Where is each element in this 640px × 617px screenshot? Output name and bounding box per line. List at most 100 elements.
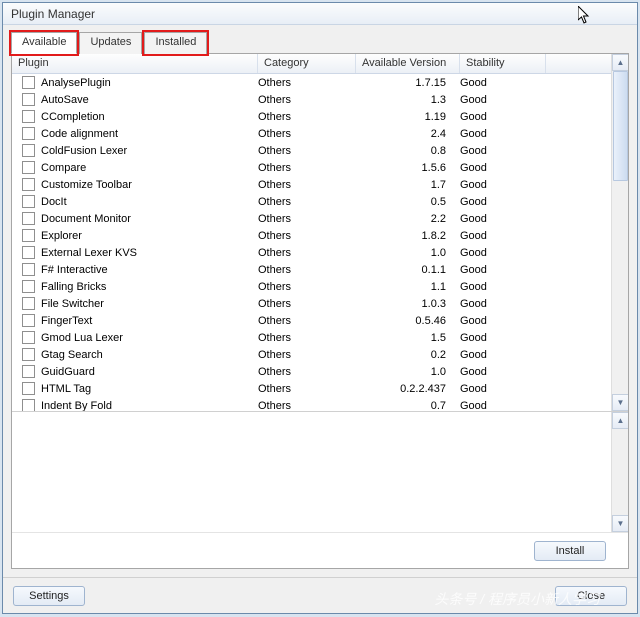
- detail-scroll-down[interactable]: ▼: [612, 515, 629, 532]
- cell-category: Others: [258, 315, 356, 327]
- cell-category: Others: [258, 349, 356, 361]
- table-row[interactable]: Code alignmentOthers2.4Good: [12, 125, 628, 142]
- row-checkbox[interactable]: [22, 144, 35, 157]
- table-row[interactable]: External Lexer KVSOthers1.0Good: [12, 244, 628, 261]
- table-row[interactable]: GuidGuardOthers1.0Good: [12, 363, 628, 380]
- tab-installed[interactable]: Installed: [144, 32, 207, 54]
- table-row[interactable]: File SwitcherOthers1.0.3Good: [12, 295, 628, 312]
- cell-version: 1.7: [356, 179, 460, 191]
- cell-stability: Good: [460, 383, 546, 395]
- tab-updates[interactable]: Updates: [79, 32, 142, 54]
- scroll-up-button[interactable]: ▲: [612, 54, 628, 71]
- cell-stability: Good: [460, 111, 546, 123]
- cell-stability: Good: [460, 264, 546, 276]
- row-checkbox[interactable]: [22, 280, 35, 293]
- table-row[interactable]: F# InteractiveOthers0.1.1Good: [12, 261, 628, 278]
- cell-version: 1.0: [356, 366, 460, 378]
- cell-version: 1.3: [356, 94, 460, 106]
- row-checkbox[interactable]: [22, 348, 35, 361]
- cell-plugin: Falling Bricks: [41, 281, 258, 293]
- cell-version: 0.8: [356, 145, 460, 157]
- cell-version: 0.1.1: [356, 264, 460, 276]
- tab-panel: Plugin Category Available Version Stabil…: [11, 53, 629, 569]
- cell-stability: Good: [460, 179, 546, 191]
- cell-category: Others: [258, 281, 356, 293]
- cell-stability: Good: [460, 332, 546, 344]
- cell-category: Others: [258, 383, 356, 395]
- scroll-down-button[interactable]: ▼: [612, 394, 628, 411]
- window-title: Plugin Manager: [3, 3, 637, 25]
- settings-button[interactable]: Settings: [13, 586, 85, 606]
- cell-version: 1.5: [356, 332, 460, 344]
- cell-plugin: Customize Toolbar: [41, 179, 258, 191]
- table-row[interactable]: Customize ToolbarOthers1.7Good: [12, 176, 628, 193]
- cell-category: Others: [258, 247, 356, 259]
- cell-version: 0.5: [356, 196, 460, 208]
- row-checkbox[interactable]: [22, 246, 35, 259]
- row-checkbox[interactable]: [22, 382, 35, 395]
- cell-version: 1.0.3: [356, 298, 460, 310]
- table-row[interactable]: Gmod Lua LexerOthers1.5Good: [12, 329, 628, 346]
- cell-stability: Good: [460, 213, 546, 225]
- install-button[interactable]: Install: [534, 541, 606, 561]
- row-checkbox[interactable]: [22, 263, 35, 276]
- row-checkbox[interactable]: [22, 178, 35, 191]
- cell-plugin: Indent By Fold: [41, 400, 258, 412]
- row-checkbox[interactable]: [22, 212, 35, 225]
- cell-plugin: DocIt: [41, 196, 258, 208]
- row-checkbox[interactable]: [22, 229, 35, 242]
- cell-version: 2.4: [356, 128, 460, 140]
- cell-stability: Good: [460, 230, 546, 242]
- row-checkbox[interactable]: [22, 127, 35, 140]
- cell-category: Others: [258, 145, 356, 157]
- table-row[interactable]: Gtag SearchOthers0.2Good: [12, 346, 628, 363]
- col-version[interactable]: Available Version: [356, 54, 460, 73]
- close-button[interactable]: Close: [555, 586, 627, 606]
- col-plugin[interactable]: Plugin: [12, 54, 258, 73]
- row-checkbox[interactable]: [22, 93, 35, 106]
- cell-stability: Good: [460, 128, 546, 140]
- cell-version: 1.0: [356, 247, 460, 259]
- cell-stability: Good: [460, 247, 546, 259]
- row-checkbox[interactable]: [22, 297, 35, 310]
- cell-stability: Good: [460, 162, 546, 174]
- row-checkbox[interactable]: [22, 365, 35, 378]
- row-checkbox[interactable]: [22, 110, 35, 123]
- table-row[interactable]: CompareOthers1.5.6Good: [12, 159, 628, 176]
- table-row[interactable]: CCompletionOthers1.19Good: [12, 108, 628, 125]
- cell-plugin: Explorer: [41, 230, 258, 242]
- cell-plugin: CCompletion: [41, 111, 258, 123]
- row-checkbox[interactable]: [22, 161, 35, 174]
- cell-version: 1.19: [356, 111, 460, 123]
- table-row[interactable]: AnalysePluginOthers1.7.15Good: [12, 74, 628, 91]
- cell-stability: Good: [460, 281, 546, 293]
- cell-category: Others: [258, 213, 356, 225]
- row-checkbox[interactable]: [22, 195, 35, 208]
- table-row[interactable]: HTML TagOthers0.2.2.437Good: [12, 380, 628, 397]
- row-checkbox[interactable]: [22, 399, 35, 412]
- row-checkbox[interactable]: [22, 314, 35, 327]
- row-checkbox[interactable]: [22, 331, 35, 344]
- cell-plugin: Compare: [41, 162, 258, 174]
- table-row[interactable]: Indent By FoldOthers0.7Good: [12, 397, 628, 412]
- table-row[interactable]: DocItOthers0.5Good: [12, 193, 628, 210]
- table-row[interactable]: AutoSaveOthers1.3Good: [12, 91, 628, 108]
- cell-plugin: External Lexer KVS: [41, 247, 258, 259]
- table-row[interactable]: ColdFusion LexerOthers0.8Good: [12, 142, 628, 159]
- col-category[interactable]: Category: [258, 54, 356, 73]
- cell-category: Others: [258, 230, 356, 242]
- table-row[interactable]: Document MonitorOthers2.2Good: [12, 210, 628, 227]
- scroll-thumb[interactable]: [613, 71, 628, 181]
- install-row: Install: [12, 532, 628, 568]
- detail-scroll-up[interactable]: ▲: [612, 412, 629, 429]
- col-stability[interactable]: Stability: [460, 54, 546, 73]
- tab-available[interactable]: Available: [11, 32, 77, 54]
- table-row[interactable]: Falling BricksOthers1.1Good: [12, 278, 628, 295]
- plugin-table: Plugin Category Available Version Stabil…: [12, 54, 628, 412]
- table-row[interactable]: FingerTextOthers0.5.46Good: [12, 312, 628, 329]
- cell-category: Others: [258, 128, 356, 140]
- table-row[interactable]: ExplorerOthers1.8.2Good: [12, 227, 628, 244]
- cell-version: 1.8.2: [356, 230, 460, 242]
- row-checkbox[interactable]: [22, 76, 35, 89]
- cell-version: 1.5.6: [356, 162, 460, 174]
